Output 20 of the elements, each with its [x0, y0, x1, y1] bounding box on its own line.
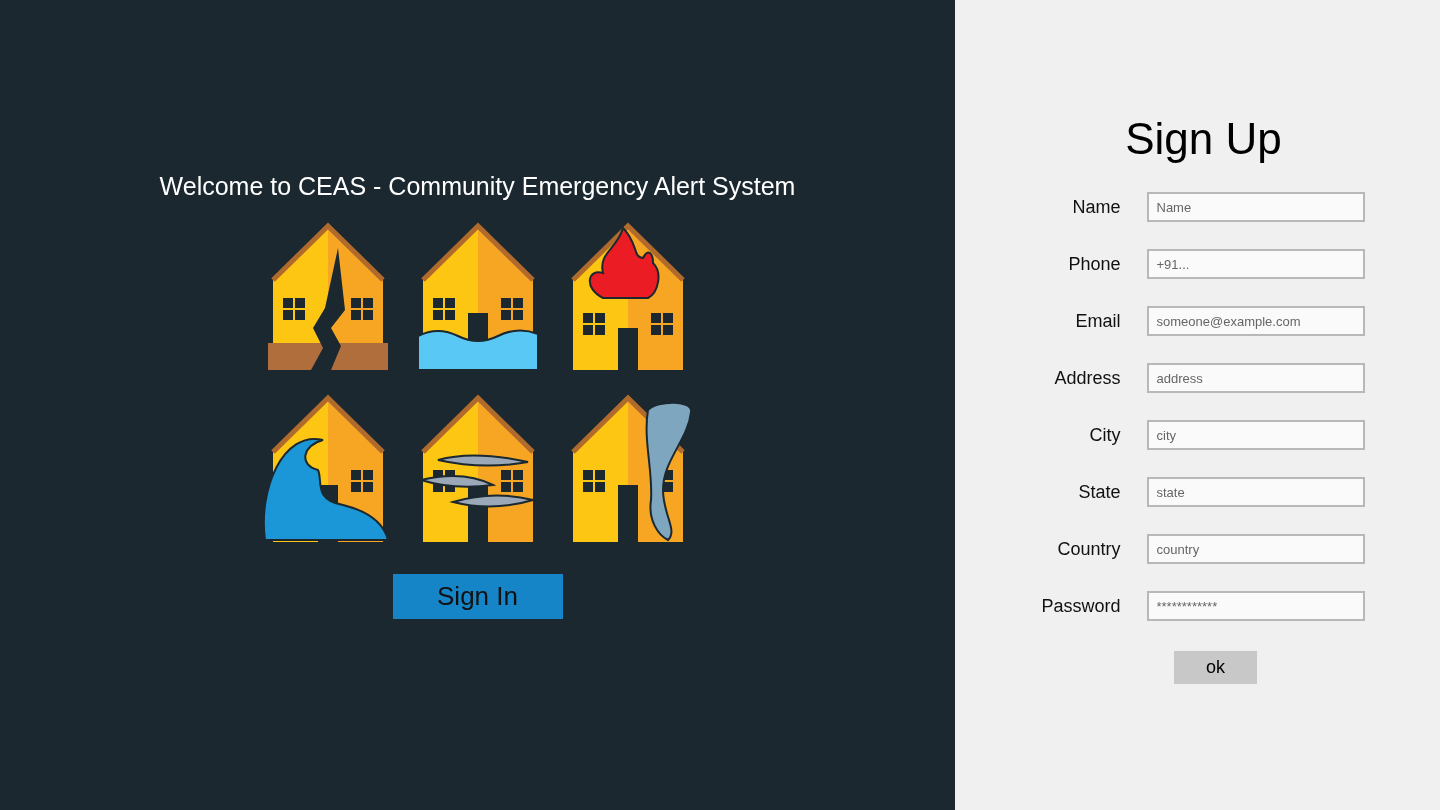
- input-field[interactable]: city: [1146, 420, 1365, 450]
- input-field[interactable]: state: [1146, 477, 1365, 507]
- input-field[interactable]: address: [1146, 363, 1365, 393]
- input-field[interactable]: Name: [1146, 192, 1365, 222]
- field-label: Password: [1040, 594, 1121, 618]
- field-label: Email: [1074, 309, 1121, 333]
- input-field[interactable]: country: [1146, 534, 1365, 564]
- ok-button[interactable]: ok: [1174, 651, 1257, 684]
- field-label: Country: [1056, 537, 1121, 561]
- sign-up-title: Sign Up: [1125, 113, 1282, 165]
- field-label: State: [1077, 480, 1121, 504]
- input-field[interactable]: +91...: [1146, 249, 1365, 279]
- field-label: Address: [1053, 366, 1121, 390]
- input-field[interactable]: someone@example.com: [1146, 306, 1365, 336]
- field-label: City: [1088, 423, 1121, 447]
- input-field[interactable]: ************: [1146, 591, 1365, 621]
- sign-in-button[interactable]: Sign In: [392, 573, 563, 619]
- field-label: Phone: [1067, 252, 1121, 276]
- welcome-title: Welcome to CEAS - Community Emergency Alert System: [159, 171, 796, 202]
- field-label: Name: [1071, 195, 1121, 219]
